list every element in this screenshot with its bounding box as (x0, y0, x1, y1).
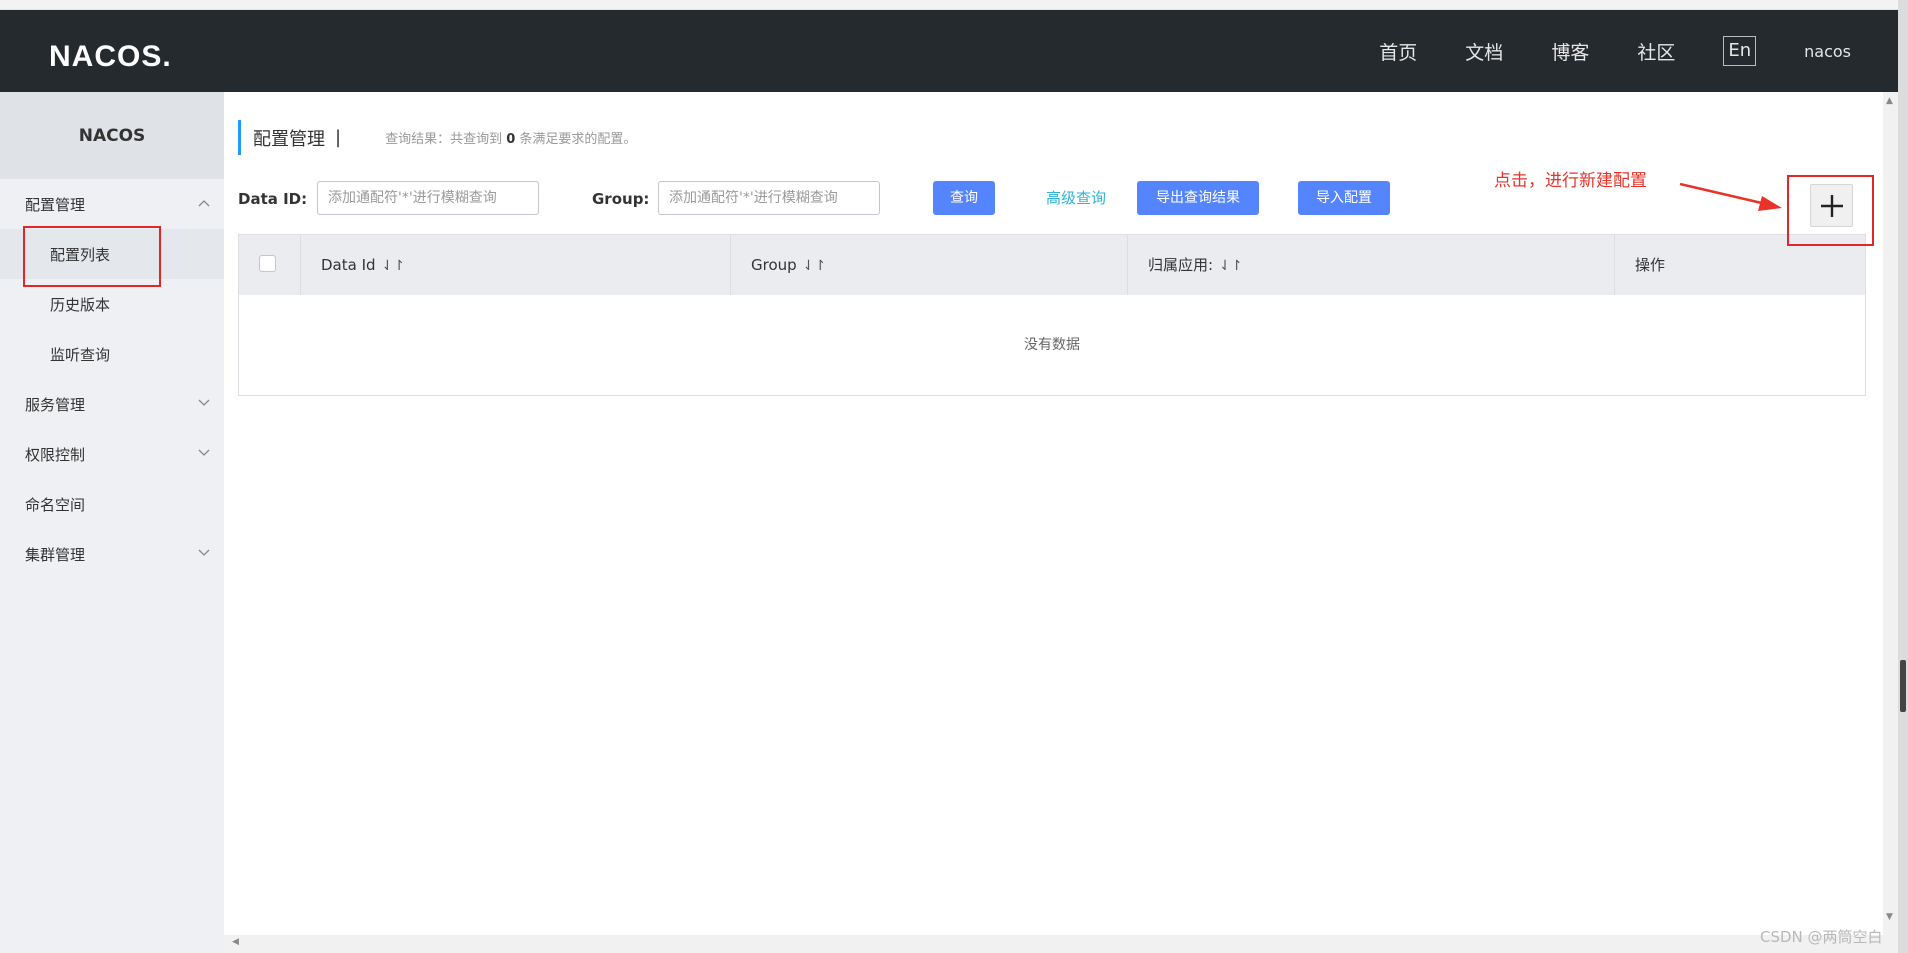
user-menu[interactable]: nacos (1804, 42, 1851, 61)
column-label: 归属应用: (1148, 256, 1214, 274)
chevron-up-icon (198, 196, 210, 210)
scroll-left-icon[interactable]: ◀ (232, 937, 239, 947)
main-content: 配置管理 | 查询结果：共查询到 0 条满足要求的配置。 Data ID: Gr… (224, 92, 1883, 953)
column-label: Data Id (321, 256, 376, 274)
export-button[interactable]: 导出查询结果 (1137, 181, 1259, 215)
page-header: 配置管理 | 查询结果：共查询到 0 条满足要求的配置。 (238, 120, 636, 155)
chevron-down-icon (198, 446, 210, 460)
scroll-up-icon[interactable]: ▲ (1886, 96, 1893, 106)
logo-text: NACOS. (49, 40, 172, 73)
title-separator: | (335, 127, 342, 148)
select-all-cell (239, 235, 301, 295)
nacos-logo[interactable]: NACOS. (49, 40, 172, 73)
watermark: CSDN @两筒空白 (1760, 928, 1883, 946)
highlight-box-config-list (23, 226, 161, 287)
plus-icon (1820, 194, 1843, 217)
sidebar-group-label: 集群管理 (25, 545, 86, 564)
sidebar-group-service[interactable]: 服务管理 (0, 379, 224, 429)
vertical-scrollbar[interactable]: ▲ ▼ (1883, 92, 1898, 953)
scroll-down-icon[interactable]: ▼ (1886, 912, 1893, 922)
select-all-checkbox[interactable] (259, 255, 276, 272)
advanced-query-link[interactable]: 高级查询 (1046, 181, 1106, 215)
column-label: Group (751, 256, 797, 274)
sidebar-group-auth[interactable]: 权限控制 (0, 429, 224, 479)
outer-scrollbar[interactable] (1898, 0, 1908, 953)
page-title: 配置管理 (253, 128, 325, 150)
config-table: Data Id ⇃↾ Group ⇃↾ 归属应用: ⇃↾ 操作 没有数据 (238, 234, 1866, 396)
chevron-down-icon (198, 546, 210, 560)
import-button[interactable]: 导入配置 (1298, 181, 1390, 215)
sidebar: NACOS 配置管理 配置列表 历史版本 监听查询 服务管理 权限控制 命名空间… (0, 92, 224, 953)
top-header: NACOS. 首页 文档 博客 社区 En nacos (0, 10, 1898, 92)
sidebar-title: NACOS (0, 92, 224, 179)
add-config-button[interactable] (1810, 184, 1853, 227)
sidebar-group-label: 命名空间 (25, 495, 86, 514)
nav-home[interactable]: 首页 (1379, 38, 1417, 65)
column-header-group[interactable]: Group ⇃↾ (731, 235, 1128, 295)
column-label: 操作 (1635, 256, 1666, 274)
result-prefix: 查询结果：共查询到 (385, 132, 503, 147)
top-nav: 首页 文档 博客 社区 En nacos (1379, 10, 1898, 92)
horizontal-scrollbar[interactable]: ◀ (224, 935, 1883, 953)
sidebar-group-label: 配置管理 (25, 195, 86, 214)
sort-icon[interactable]: ⇃↾ (1219, 258, 1242, 274)
sort-icon[interactable]: ⇃↾ (382, 258, 405, 274)
nav-community[interactable]: 社区 (1637, 38, 1675, 65)
table-header: Data Id ⇃↾ Group ⇃↾ 归属应用: ⇃↾ 操作 (239, 235, 1865, 295)
nav-blog[interactable]: 博客 (1551, 38, 1589, 65)
sidebar-group-label: 服务管理 (25, 395, 86, 414)
sidebar-group-cluster[interactable]: 集群管理 (0, 529, 224, 579)
chevron-down-icon (198, 396, 210, 410)
dataid-label: Data ID: (238, 190, 308, 208)
sort-icon[interactable]: ⇃↾ (803, 258, 826, 274)
sidebar-item-listener[interactable]: 监听查询 (0, 329, 224, 379)
language-switch-button[interactable]: En (1723, 36, 1757, 66)
query-result-text: 查询结果：共查询到 0 条满足要求的配置。 (385, 128, 636, 147)
empty-state-text: 没有数据 (1024, 337, 1080, 353)
result-suffix: 条满足要求的配置。 (519, 132, 637, 147)
group-input[interactable] (658, 181, 880, 215)
result-count: 0 (506, 132, 516, 147)
browser-top-strip (0, 0, 1908, 10)
annotation-arrow-icon (1679, 182, 1782, 211)
sidebar-group-label: 权限控制 (25, 445, 86, 464)
dataid-input[interactable] (317, 181, 539, 215)
annotation-text: 点击，进行新建配置 (1494, 171, 1647, 191)
scroll-thumb[interactable] (1900, 660, 1906, 712)
nav-docs[interactable]: 文档 (1465, 38, 1503, 65)
sidebar-item-namespace[interactable]: 命名空间 (0, 479, 224, 529)
query-button[interactable]: 查询 (933, 181, 995, 215)
sidebar-group-config[interactable]: 配置管理 (0, 179, 224, 229)
column-header-dataid[interactable]: Data Id ⇃↾ (301, 235, 731, 295)
column-header-app[interactable]: 归属应用: ⇃↾ (1128, 235, 1615, 295)
group-label: Group: (592, 190, 650, 208)
